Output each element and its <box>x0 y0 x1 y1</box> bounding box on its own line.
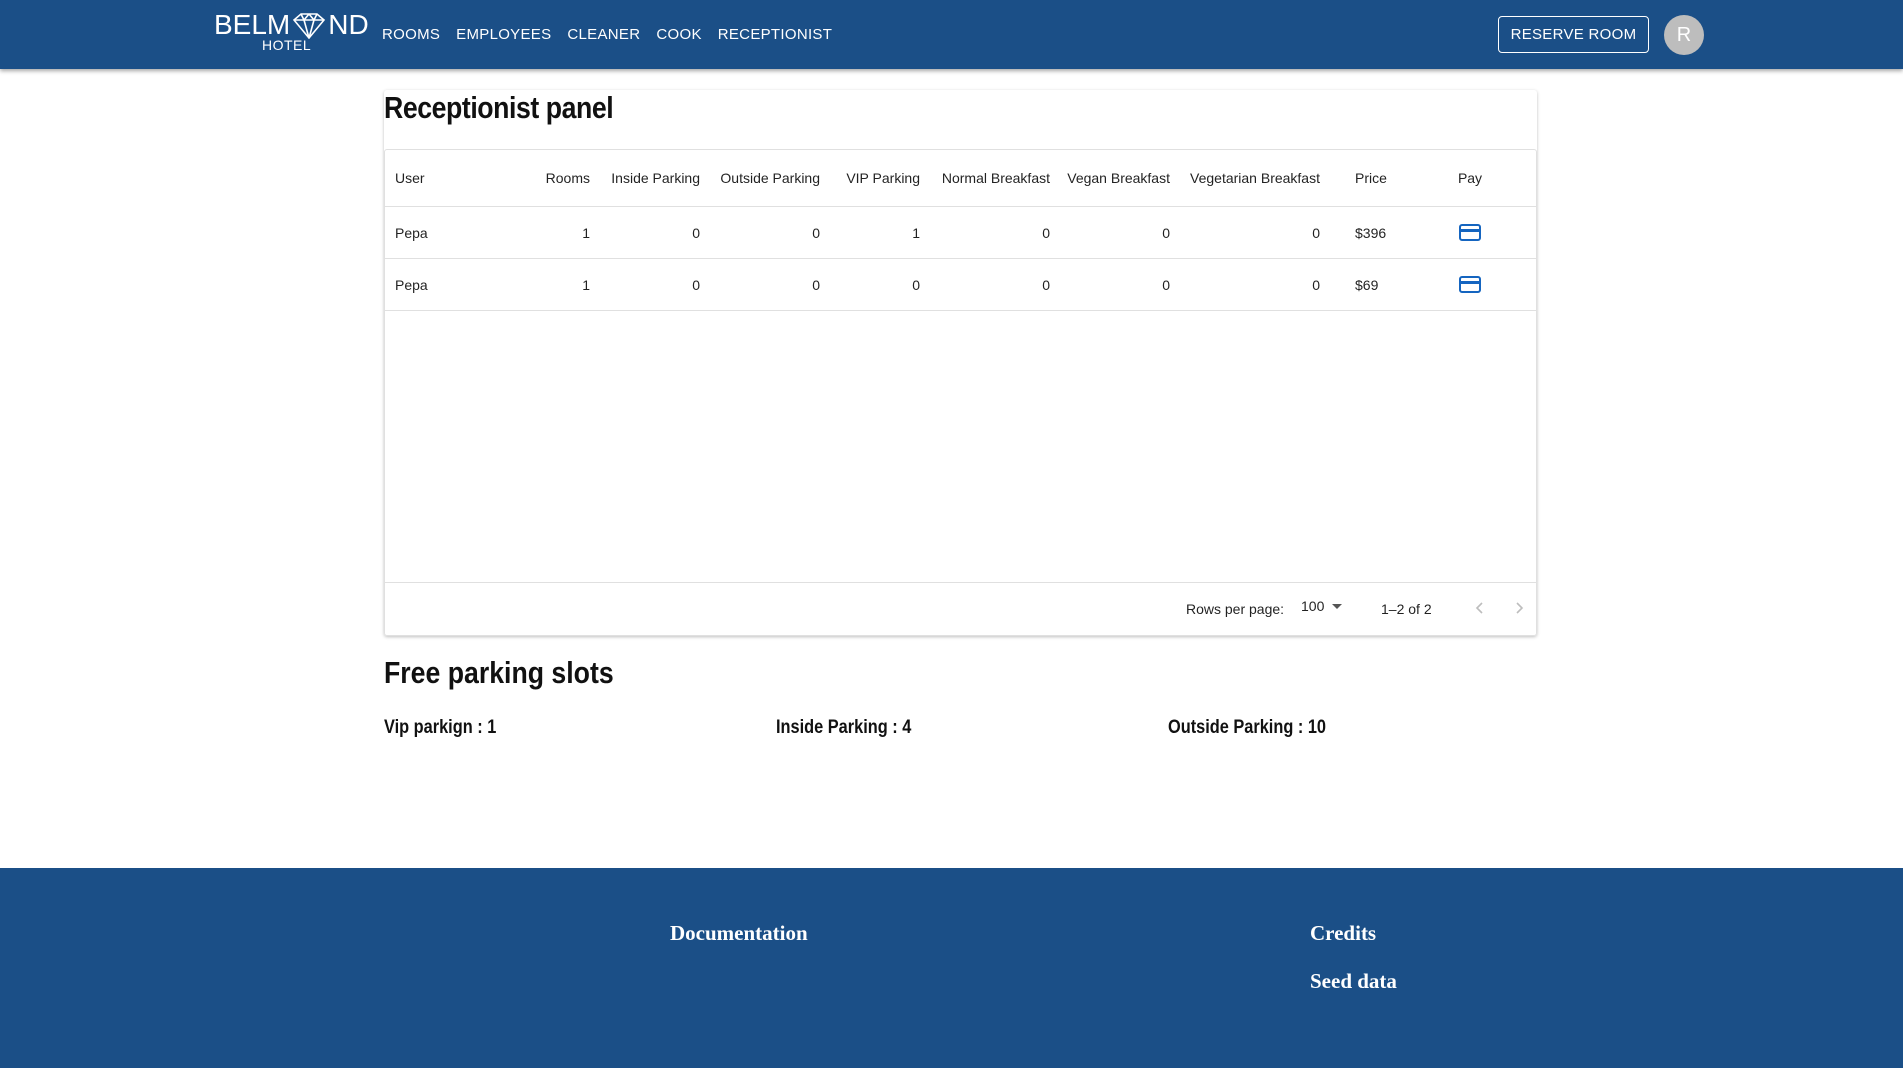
cell-vip-parking: 0 <box>912 276 920 293</box>
site-footer: Documentation Credits Seed data <box>0 868 1903 1068</box>
seed-data-link[interactable]: Seed data <box>1310 969 1397 994</box>
next-page-button[interactable] <box>1506 595 1532 621</box>
app-bar: BELM ND HOTEL ROOMS EMPLOYEES CLEANER COO… <box>0 0 1903 69</box>
table-header: User Rooms Inside Parking Outside Parkin… <box>385 150 1536 207</box>
logo-text-right: ND <box>328 9 369 40</box>
credit-card-icon[interactable] <box>1459 276 1481 293</box>
credits-link[interactable]: Credits <box>1310 921 1376 946</box>
chevron-right-icon <box>1516 602 1524 614</box>
logo-wordmark: BELM ND <box>214 10 369 40</box>
dropdown-caret-icon <box>1332 603 1343 609</box>
column-header-vegan-breakfast[interactable]: Vegan Breakfast <box>1050 150 1170 206</box>
cell-vip-parking: 1 <box>912 224 920 241</box>
cell-normal-breakfast: 0 <box>1042 224 1050 241</box>
nav-rooms[interactable]: ROOMS <box>382 26 440 43</box>
cell-rooms: 1 <box>582 224 590 241</box>
cell-vegetarian-breakfast: 0 <box>1312 224 1320 241</box>
cell-normal-breakfast: 0 <box>1042 276 1050 293</box>
rows-per-page-select[interactable]: 100 <box>1301 598 1343 614</box>
cell-outside-parking: 0 <box>812 276 820 293</box>
cell-vegetarian-breakfast: 0 <box>1312 276 1320 293</box>
column-header-outside-parking[interactable]: Outside Parking <box>700 150 820 206</box>
column-header-vegetarian-breakfast[interactable]: Vegetarian Breakfast <box>1170 150 1320 206</box>
table-row[interactable]: Pepa 1 0 0 0 0 0 0 $69 <box>385 259 1536 311</box>
vip-parking-count: Vip parkign : 1 <box>384 717 497 738</box>
cell-rooms: 1 <box>582 276 590 293</box>
nav-receptionist[interactable]: RECEPTIONIST <box>718 26 832 43</box>
table-pagination: Rows per page: 100 1–2 of 2 <box>385 582 1536 635</box>
outside-parking-count: Outside Parking : 10 <box>1168 717 1327 738</box>
rows-per-page-value: 100 <box>1301 598 1325 614</box>
parking-title: Free parking slots <box>384 655 614 690</box>
rows-per-page-label: Rows per page: <box>1186 601 1285 617</box>
column-header-inside-parking[interactable]: Inside Parking <box>590 150 700 206</box>
column-header-rooms[interactable]: Rooms <box>535 150 590 206</box>
cell-price: $69 <box>1355 276 1379 293</box>
column-header-pay[interactable]: Pay <box>1435 150 1505 206</box>
diamond-icon <box>293 13 326 39</box>
previous-page-button[interactable] <box>1467 595 1493 621</box>
reserve-room-button[interactable]: RESERVE ROOM <box>1498 16 1649 53</box>
cell-user: Pepa <box>395 276 428 293</box>
cell-vegan-breakfast: 0 <box>1162 224 1170 241</box>
chevron-left-icon <box>1475 602 1483 614</box>
page-title: Receptionist panel <box>384 90 614 125</box>
logo-subtitle: HOTEL <box>262 37 312 53</box>
cell-outside-parking: 0 <box>812 224 820 241</box>
logo-text-left: BELM <box>214 9 291 40</box>
table-row[interactable]: Pepa 1 0 0 1 0 0 0 $396 <box>385 207 1536 259</box>
pay-button[interactable] <box>1435 207 1505 258</box>
credit-card-icon[interactable] <box>1459 224 1481 241</box>
user-avatar[interactable]: R <box>1664 15 1704 55</box>
reservations-table: User Rooms Inside Parking Outside Parkin… <box>384 149 1537 636</box>
column-header-vip-parking[interactable]: VIP Parking <box>820 150 920 206</box>
nav-employees[interactable]: EMPLOYEES <box>456 26 551 43</box>
cell-price: $396 <box>1355 224 1387 241</box>
column-header-price[interactable]: Price <box>1355 150 1425 206</box>
main-nav: ROOMS EMPLOYEES CLEANER COOK RECEPTIONIS… <box>382 0 848 69</box>
nav-cleaner[interactable]: CLEANER <box>567 26 640 43</box>
column-header-normal-breakfast[interactable]: Normal Breakfast <box>920 150 1050 206</box>
pagination-range: 1–2 of 2 <box>1381 601 1432 617</box>
documentation-link[interactable]: Documentation <box>670 921 808 946</box>
cell-vegan-breakfast: 0 <box>1162 276 1170 293</box>
cell-inside-parking: 0 <box>692 224 700 241</box>
cell-user: Pepa <box>395 224 428 241</box>
cell-inside-parking: 0 <box>692 276 700 293</box>
inside-parking-count: Inside Parking : 4 <box>776 717 912 738</box>
column-header-user[interactable]: User <box>395 150 535 206</box>
nav-cook[interactable]: COOK <box>656 26 701 43</box>
belmond-logo[interactable]: BELM ND HOTEL <box>214 10 369 54</box>
pay-button[interactable] <box>1435 259 1505 310</box>
